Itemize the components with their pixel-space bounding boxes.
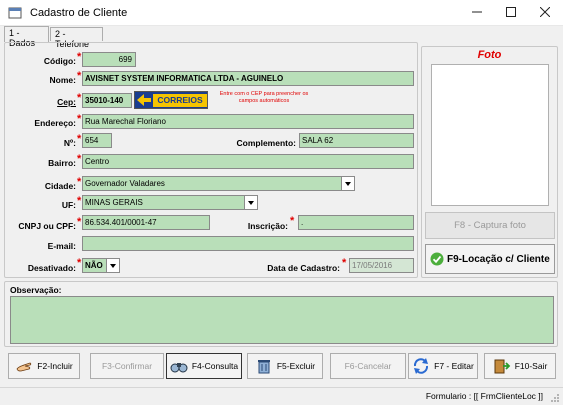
- bairro-field[interactable]: Centro: [82, 154, 414, 169]
- numero-label: Nº:: [63, 138, 76, 148]
- complemento-label: Complemento:: [236, 138, 297, 148]
- minimize-icon: [472, 11, 482, 13]
- cidade-dropdown-icon[interactable]: [341, 177, 354, 190]
- nome-field[interactable]: AVISNET SYSTEM INFORMATICA LTDA - AGUINE…: [82, 71, 414, 86]
- email-field[interactable]: [82, 236, 414, 251]
- codigo-label: Código:: [43, 56, 76, 66]
- cnpj-label: CNPJ ou CPF:: [18, 221, 76, 231]
- observacao-label: Observação:: [10, 285, 62, 295]
- incluir-label: F2-Incluir: [37, 361, 73, 371]
- correios-logo-text: CORREIOS: [153, 94, 207, 107]
- bairro-label: Bairro:: [48, 158, 76, 168]
- data-cadastro-field: 17/05/2016: [349, 258, 414, 273]
- tab-telefone[interactable]: 2 - Telefone: [50, 27, 103, 49]
- codigo-field[interactable]: 699: [82, 52, 136, 67]
- hand-pointer-icon: [16, 362, 32, 372]
- uf-select[interactable]: MINAS GERAIS: [82, 195, 258, 210]
- cnpj-field[interactable]: 86.534.401/0001-47: [82, 215, 210, 230]
- endereco-label: Endereço:: [34, 118, 76, 128]
- check-icon: [430, 252, 444, 266]
- data-cadastro-label: Data de Cadastro:: [267, 263, 340, 273]
- uf-required: *: [77, 195, 82, 207]
- desativado-label: Desativado:: [27, 263, 76, 273]
- cep-label: Cep:: [57, 97, 76, 107]
- app-icon: [8, 7, 22, 19]
- close-button[interactable]: [528, 0, 562, 26]
- locacao-label: F9-Locação c/ Cliente: [447, 253, 550, 265]
- resize-grip-icon[interactable]: [550, 393, 560, 403]
- status-text: Formulario : [[ FrmClienteLoc ]]: [425, 391, 543, 401]
- refresh-icon: [414, 358, 429, 374]
- binoculars-icon: [170, 363, 188, 373]
- numero-field[interactable]: 654: [82, 133, 112, 148]
- cidade-select[interactable]: Governador Valadares: [82, 176, 355, 191]
- maximize-button[interactable]: [494, 0, 528, 26]
- exit-door-icon: [494, 359, 510, 374]
- confirmar-label: F3-Confirmar: [101, 361, 153, 371]
- cnpj-required: *: [77, 216, 82, 228]
- endereco-field[interactable]: Rua Marechal Floriano: [82, 114, 414, 129]
- desativado-dropdown-icon[interactable]: [106, 259, 119, 272]
- locacao-button[interactable]: F9-Locação c/ Cliente: [425, 244, 555, 274]
- consulta-button[interactable]: F4-Consulta: [166, 353, 242, 379]
- nome-label: Nome:: [49, 75, 76, 85]
- photo-frame: [431, 64, 549, 206]
- cancelar-label: F6-Cancelar: [344, 361, 392, 371]
- cidade-required: *: [77, 176, 82, 188]
- numero-required: *: [77, 133, 82, 145]
- uf-dropdown-icon[interactable]: [244, 196, 257, 209]
- cancelar-button[interactable]: F6-Cancelar: [330, 353, 406, 379]
- uf-label: UF:: [61, 200, 76, 210]
- incluir-button[interactable]: F2-Incluir: [8, 353, 80, 379]
- inscricao-required: *: [290, 215, 295, 227]
- sair-label: F10-Sair: [514, 361, 548, 371]
- status-bar: Formulario : [[ FrmClienteLoc ]]: [0, 387, 563, 405]
- desativado-select[interactable]: NÃO: [82, 258, 120, 273]
- maximize-icon: [506, 7, 516, 17]
- tab-dados[interactable]: 1 - Dados: [4, 26, 49, 48]
- email-label: E-mail:: [47, 241, 76, 251]
- excluir-label: F5-Excluir: [276, 361, 316, 371]
- excluir-button[interactable]: F5-Excluir: [247, 353, 323, 379]
- desativado-value: NÃO: [85, 261, 103, 270]
- uf-value: MINAS GERAIS: [85, 198, 143, 207]
- endereco-required: *: [77, 113, 82, 125]
- title-bar: Cadastro de Cliente: [0, 0, 563, 26]
- cidade-value: Governador Valadares: [85, 179, 165, 188]
- photo-title: Foto: [477, 49, 502, 61]
- cep-field[interactable]: 35010-140: [82, 93, 132, 108]
- window-title: Cadastro de Cliente: [30, 7, 128, 19]
- consulta-label: F4-Consulta: [191, 361, 239, 371]
- close-icon: [539, 6, 551, 18]
- bairro-required: *: [77, 153, 82, 165]
- inscricao-field[interactable]: .: [298, 215, 414, 230]
- observacao-field[interactable]: [10, 296, 554, 344]
- editar-button[interactable]: F7 - Editar: [408, 353, 478, 379]
- cep-hint: Entre com o CEP para preencher os campos…: [219, 91, 309, 104]
- capture-photo-button[interactable]: F8 - Captura foto: [425, 212, 555, 239]
- correios-button[interactable]: CORREIOS: [134, 91, 208, 109]
- minimize-button[interactable]: [460, 0, 494, 26]
- nome-required: *: [77, 70, 82, 82]
- cidade-label: Cidade:: [44, 181, 76, 191]
- trash-icon: [257, 360, 270, 374]
- confirmar-button[interactable]: F3-Confirmar: [90, 353, 164, 379]
- desativado-required: *: [77, 257, 82, 269]
- data-cadastro-required: *: [342, 257, 347, 269]
- editar-label: F7 - Editar: [434, 361, 474, 371]
- cep-required: *: [77, 92, 82, 104]
- inscricao-label: Inscrição:: [247, 221, 288, 231]
- sair-button[interactable]: F10-Sair: [484, 353, 556, 379]
- correios-logo-icon: [137, 94, 151, 106]
- codigo-required: *: [77, 51, 82, 63]
- complemento-field[interactable]: SALA 62: [299, 133, 414, 148]
